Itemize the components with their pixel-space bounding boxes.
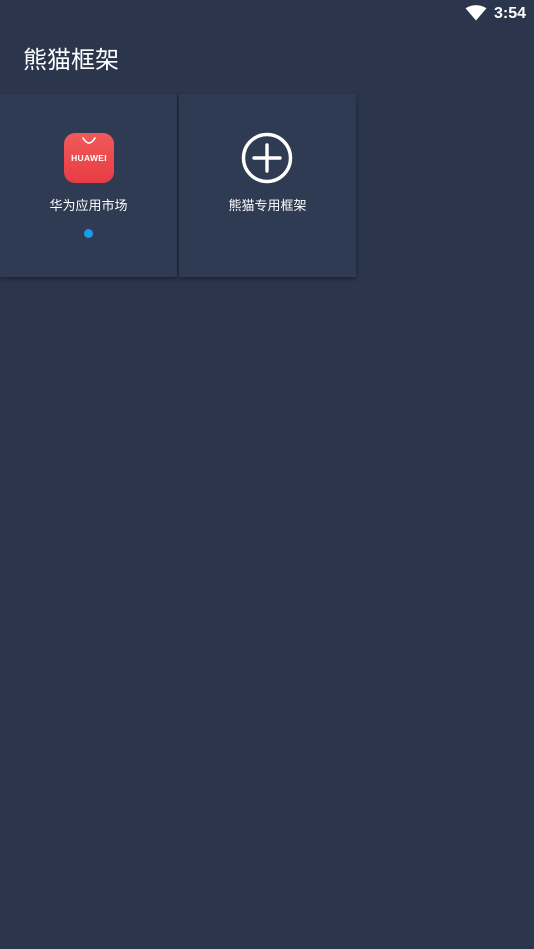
- status-time: 3:54: [494, 5, 527, 22]
- page-title: 熊猫框架: [23, 46, 119, 74]
- new-indicator-dot: [84, 229, 93, 238]
- status-bar: 3:54: [0, 0, 534, 28]
- add-circle-icon: [241, 132, 293, 184]
- wifi-icon: [465, 5, 487, 21]
- app-tile-panda-framework[interactable]: 熊猫专用框架: [179, 94, 356, 277]
- app-grid: HUAWEI 华为应用市场 熊猫专用框架: [0, 94, 356, 278]
- shopping-bag-handle-icon: [82, 137, 96, 144]
- app-tile-huawei-appgallery[interactable]: HUAWEI 华为应用市场: [0, 94, 177, 277]
- app-tile-label: 熊猫专用框架: [228, 199, 307, 214]
- screen: 3:54 熊猫框架 HUAWEI 华为应用市场 熊猫专用框架: [0, 0, 534, 949]
- huawei-appgallery-icon: HUAWEI: [64, 133, 114, 183]
- app-tile-label: 华为应用市场: [49, 199, 128, 214]
- app-icon-brand-text: HUAWEI: [71, 153, 107, 163]
